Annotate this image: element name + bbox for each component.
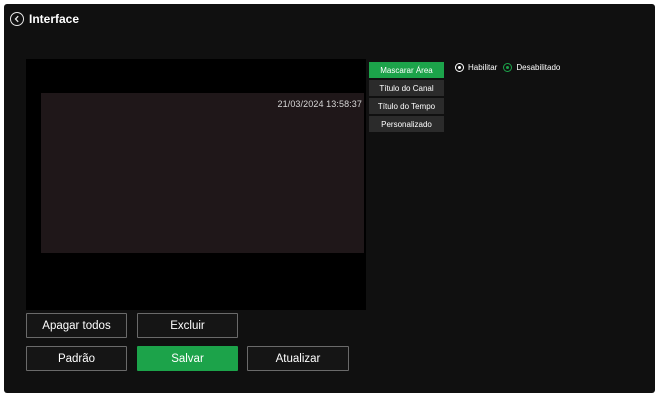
radio-desabilitado[interactable]: Desabilitado — [503, 63, 560, 72]
overlay-menu: Mascarar Área Título do Canal Título do … — [369, 62, 444, 134]
save-button[interactable]: Salvar — [137, 346, 238, 371]
menu-item-personalizado[interactable]: Personalizado — [369, 116, 444, 132]
menu-item-label: Personalizado — [381, 119, 432, 129]
video-preview[interactable]: 21/03/2024 13:58:37 — [26, 59, 366, 310]
menu-item-mascarar-area[interactable]: Mascarar Área — [369, 62, 444, 78]
radio-icon — [455, 63, 464, 72]
chevron-left-icon — [14, 15, 19, 23]
menu-item-label: Título do Tempo — [377, 101, 436, 111]
delete-button[interactable]: Excluir — [137, 313, 238, 338]
interface-panel: Interface 21/03/2024 13:58:37 Mascarar Á… — [4, 4, 655, 393]
menu-item-titulo-tempo[interactable]: Título do Tempo — [369, 98, 444, 114]
radio-label: Desabilitado — [516, 63, 561, 72]
page-header: Interface — [10, 10, 79, 28]
radio-habilitar[interactable]: Habilitar — [455, 63, 497, 72]
menu-item-label: Título do Canal — [379, 83, 434, 93]
video-frame — [41, 93, 364, 253]
radio-label: Habilitar — [468, 63, 498, 72]
video-timestamp: 21/03/2024 13:58:37 — [277, 99, 362, 109]
clear-all-button[interactable]: Apagar todos — [26, 313, 127, 338]
refresh-button[interactable]: Atualizar — [247, 346, 349, 371]
mask-enable-radio-group: Habilitar Desabilitado — [455, 63, 566, 72]
default-button[interactable]: Padrão — [26, 346, 127, 371]
menu-item-titulo-canal[interactable]: Título do Canal — [369, 80, 444, 96]
menu-item-label: Mascarar Área — [380, 65, 433, 75]
back-button[interactable] — [10, 12, 24, 26]
page-title: Interface — [29, 12, 80, 26]
radio-selected-icon — [503, 63, 513, 72]
